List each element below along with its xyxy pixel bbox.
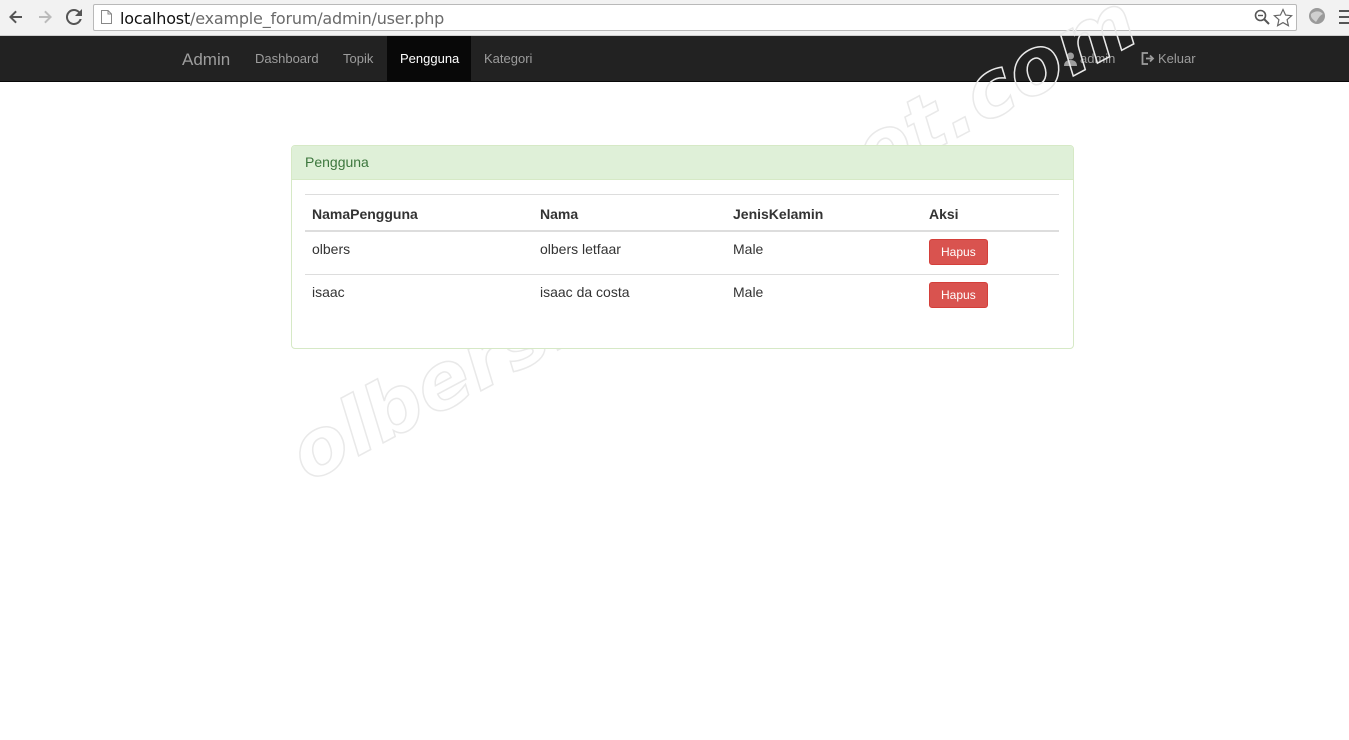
reload-icon	[66, 9, 82, 25]
cell-username: olbers	[312, 240, 351, 257]
nav-item-topik[interactable]: Topik	[330, 36, 386, 81]
users-panel: Pengguna NamaPengguna Nama JenisKelamin …	[291, 145, 1074, 349]
page-icon	[101, 10, 112, 29]
url-path: /example_forum/admin/user.php	[190, 9, 445, 28]
cell-username: isaac	[305, 274, 533, 319]
column-header-name: Nama	[533, 194, 726, 232]
column-header-username: NamaPengguna	[305, 194, 533, 232]
panel-title: Pengguna	[292, 146, 1073, 180]
bookmark-star-icon[interactable]	[1272, 8, 1294, 33]
table-header-row: NamaPengguna Nama JenisKelamin Aksi	[305, 194, 1059, 232]
panel-body: NamaPengguna Nama JenisKelamin Aksi olbe…	[305, 194, 1059, 319]
users-table: NamaPengguna Nama JenisKelamin Aksi olbe…	[305, 194, 1059, 319]
nav-logout-label: Keluar	[1158, 51, 1196, 66]
reload-button[interactable]	[63, 6, 85, 28]
url-host: localhost	[120, 9, 191, 28]
forward-button[interactable]	[34, 6, 56, 28]
cell-action: Hapus	[922, 274, 1059, 319]
cell-action: Hapus	[922, 231, 1059, 275]
table-row: isaac isaac da costa Male Hapus	[305, 274, 1059, 319]
cell-name: isaac da costa	[533, 274, 726, 319]
delete-button[interactable]: Hapus	[929, 238, 988, 265]
delete-button[interactable]: Hapus	[929, 282, 988, 308]
arrow-left-icon	[9, 10, 22, 24]
column-header-gender: JenisKelamin	[726, 194, 922, 232]
extension-icon[interactable]	[1307, 6, 1327, 31]
nav-item-pengguna[interactable]: Pengguna	[387, 36, 471, 81]
back-button[interactable]	[5, 6, 27, 28]
nav-logout[interactable]: Keluar	[1141, 36, 1196, 81]
url-text: localhost/example_forum/admin/user.php	[120, 9, 444, 28]
cell-name: olbers letfaar	[540, 240, 621, 257]
column-header-action: Aksi	[922, 194, 1059, 232]
nav-item-kategori[interactable]: Kategori	[471, 36, 545, 81]
table-row: olbers olbers letfaar Male Hapus	[305, 231, 1059, 275]
zoom-icon[interactable]	[1254, 9, 1270, 30]
cell-gender: Male	[726, 274, 922, 319]
arrow-right-icon	[39, 10, 52, 24]
nav-item-dashboard[interactable]: Dashboard	[242, 36, 332, 81]
navbar-brand[interactable]: Admin	[182, 50, 230, 70]
menu-icon[interactable]	[1339, 9, 1349, 30]
cell-gender: Male	[733, 240, 764, 257]
browser-toolbar: localhost/example_forum/admin/user.php	[0, 0, 1349, 36]
